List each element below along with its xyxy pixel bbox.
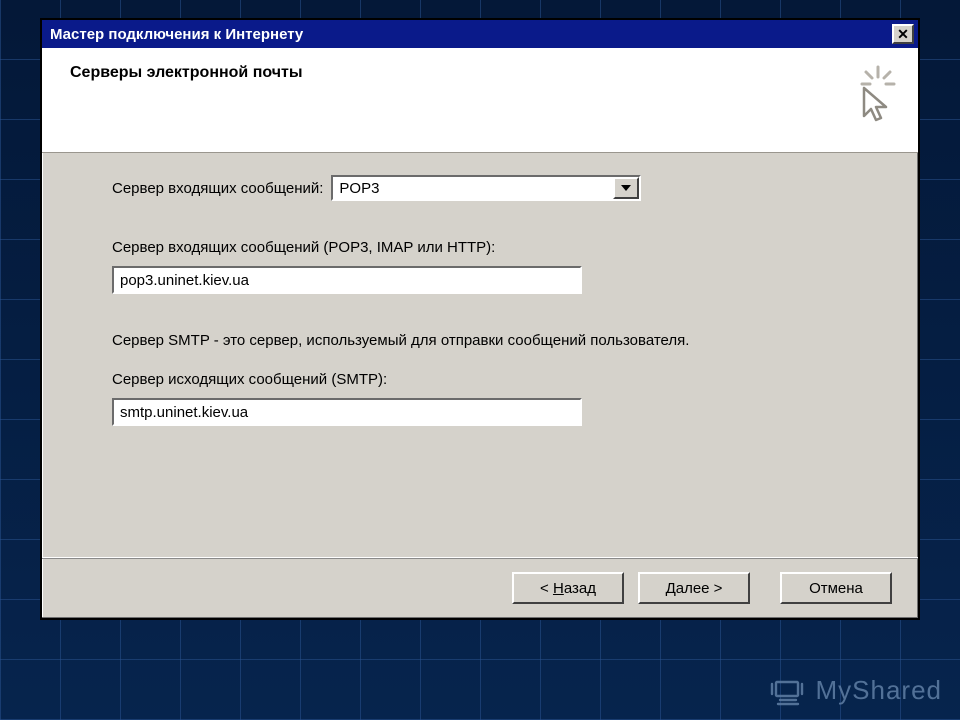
- back-button[interactable]: < Назад: [512, 572, 624, 604]
- dropdown-arrow-icon[interactable]: [613, 177, 639, 199]
- window-title: Мастер подключения к Интернету: [50, 26, 303, 43]
- wizard-header: Серверы электронной почты: [42, 48, 918, 153]
- watermark-icon: [770, 676, 806, 706]
- cancel-button[interactable]: Отмена: [780, 572, 892, 604]
- next-button[interactable]: Далее >: [638, 572, 750, 604]
- watermark-text: MyShared: [816, 675, 943, 706]
- page-title: Серверы электронной почты: [70, 64, 303, 82]
- watermark: MyShared: [770, 675, 943, 706]
- back-button-prefix: <: [540, 580, 553, 597]
- incoming-server-label: Сервер входящих сообщений (POP3, IMAP ил…: [112, 239, 495, 256]
- close-icon: ✕: [897, 27, 909, 41]
- close-button[interactable]: ✕: [892, 24, 914, 44]
- incoming-server-input[interactable]: [112, 266, 582, 294]
- wizard-content: Сервер входящих сообщений: POP3 Сервер в…: [42, 153, 918, 557]
- incoming-type-dropdown[interactable]: POP3: [331, 175, 641, 201]
- button-bar: < Назад Далее > Отмена: [42, 557, 918, 618]
- titlebar: Мастер подключения к Интернету ✕: [42, 20, 918, 48]
- cursor-sparkle-icon: [844, 64, 896, 122]
- wizard-window: Мастер подключения к Интернету ✕ Серверы…: [40, 18, 920, 620]
- back-button-suffix: азад: [564, 580, 596, 597]
- back-button-hotkey: Н: [553, 580, 564, 597]
- outgoing-server-label: Сервер исходящих сообщений (SMTP):: [112, 371, 387, 388]
- smtp-note: Сервер SMTP - это сервер, используемый д…: [112, 332, 689, 349]
- incoming-type-value: POP3: [333, 177, 613, 199]
- incoming-type-label: Сервер входящих сообщений:: [112, 180, 323, 197]
- outgoing-server-input[interactable]: [112, 398, 582, 426]
